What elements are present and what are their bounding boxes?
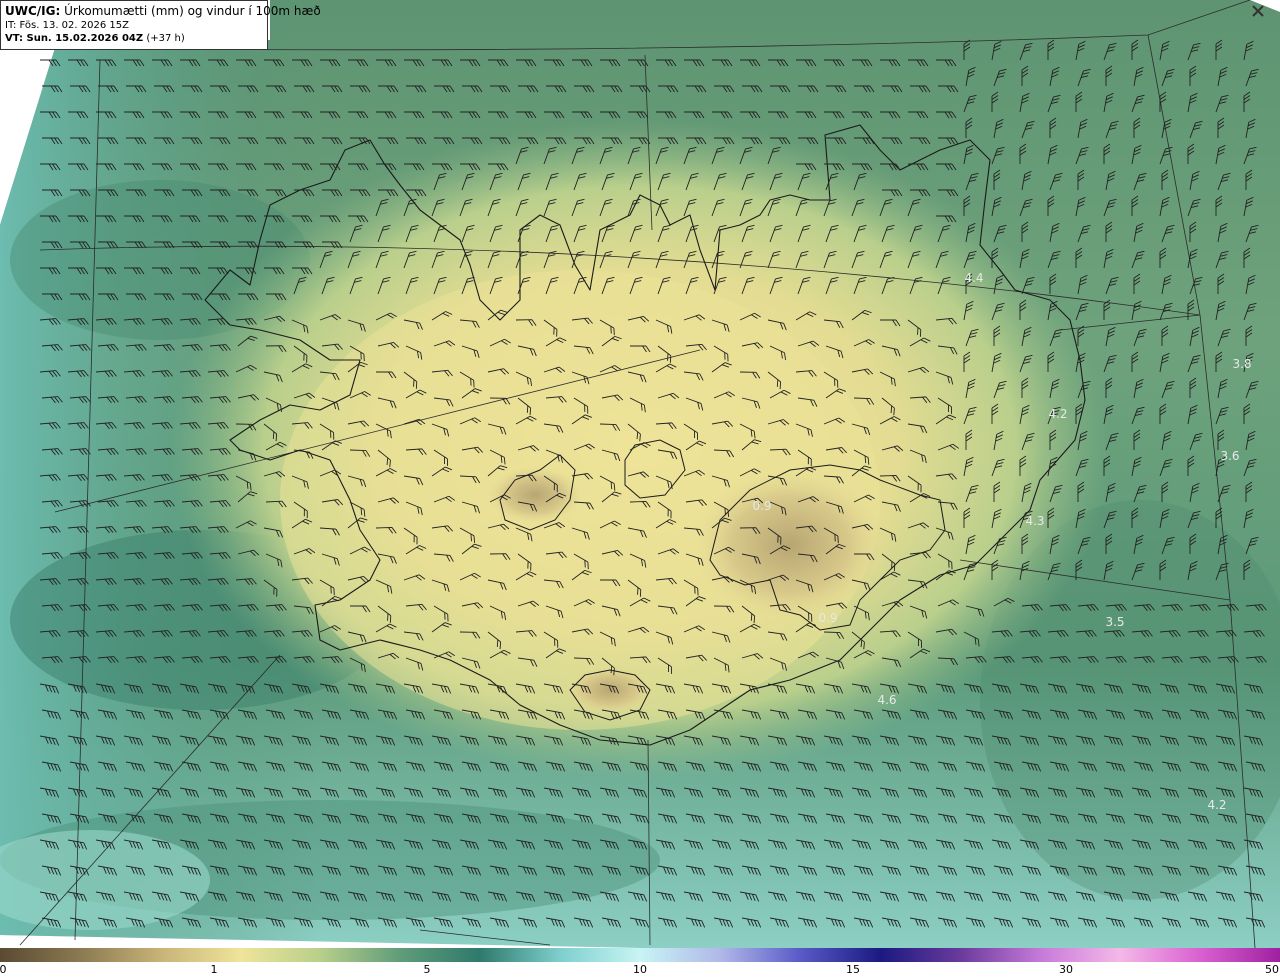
precip-value-label: 4.2: [1207, 798, 1226, 812]
map-viewer: 4.4 3.8 4.2 3.6 4.3 3.5 4.6 4.2 0.9 0.9 UWC/IG: Ú…: [0, 0, 1280, 978]
colorbar-tick: 1: [210, 963, 218, 976]
precip-value-label: 0.9: [818, 611, 837, 625]
valid-time: VT: Sun. 15.02.2026 04Z (+37 h): [5, 32, 263, 45]
precip-value-label: 4.2: [1048, 407, 1067, 421]
lead-time: (+37 h): [146, 33, 185, 44]
precip-value-label: 4.3: [1025, 514, 1044, 528]
colorbar-tick: 0: [0, 963, 7, 976]
precip-value-label: 3.8: [1232, 357, 1251, 371]
title-box: UWC/IG: Úrkomumætti (mm) og vindur í 100…: [0, 0, 321, 50]
precip-value-label: 4.4: [964, 271, 983, 285]
colorbar-labels: 0 1 5 10 15 30 50: [0, 962, 1280, 978]
colorbar-tick: 10: [633, 963, 647, 976]
precip-value-label: 0.9: [752, 499, 771, 513]
precip-value-label: 3.6: [1220, 449, 1239, 463]
forecast-map[interactable]: 4.4 3.8 4.2 3.6 4.3 3.5 4.6 4.2 0.9 0.9: [0, 0, 1280, 948]
colorbar-tick: 5: [423, 963, 431, 976]
precip-value-label: 4.6: [877, 693, 896, 707]
title-line: UWC/IG: Úrkomumætti (mm) og vindur í 100…: [5, 4, 321, 19]
close-icon[interactable]: [1250, 3, 1266, 19]
product-title: Úrkomumætti (mm) og vindur í 100m hæð: [64, 4, 321, 18]
colorbar-tick: 50: [1265, 963, 1279, 976]
valid-time-main: VT: Sun. 15.02.2026 04Z: [5, 33, 144, 44]
colorbar: [0, 948, 1280, 962]
model-name: UWC/IG:: [5, 4, 61, 18]
colorbar-tick: 30: [1059, 963, 1073, 976]
colorbar-tick: 15: [846, 963, 860, 976]
init-time: IT: Fös. 13. 02. 2026 15Z: [5, 20, 129, 31]
precip-value-label: 3.5: [1105, 615, 1124, 629]
